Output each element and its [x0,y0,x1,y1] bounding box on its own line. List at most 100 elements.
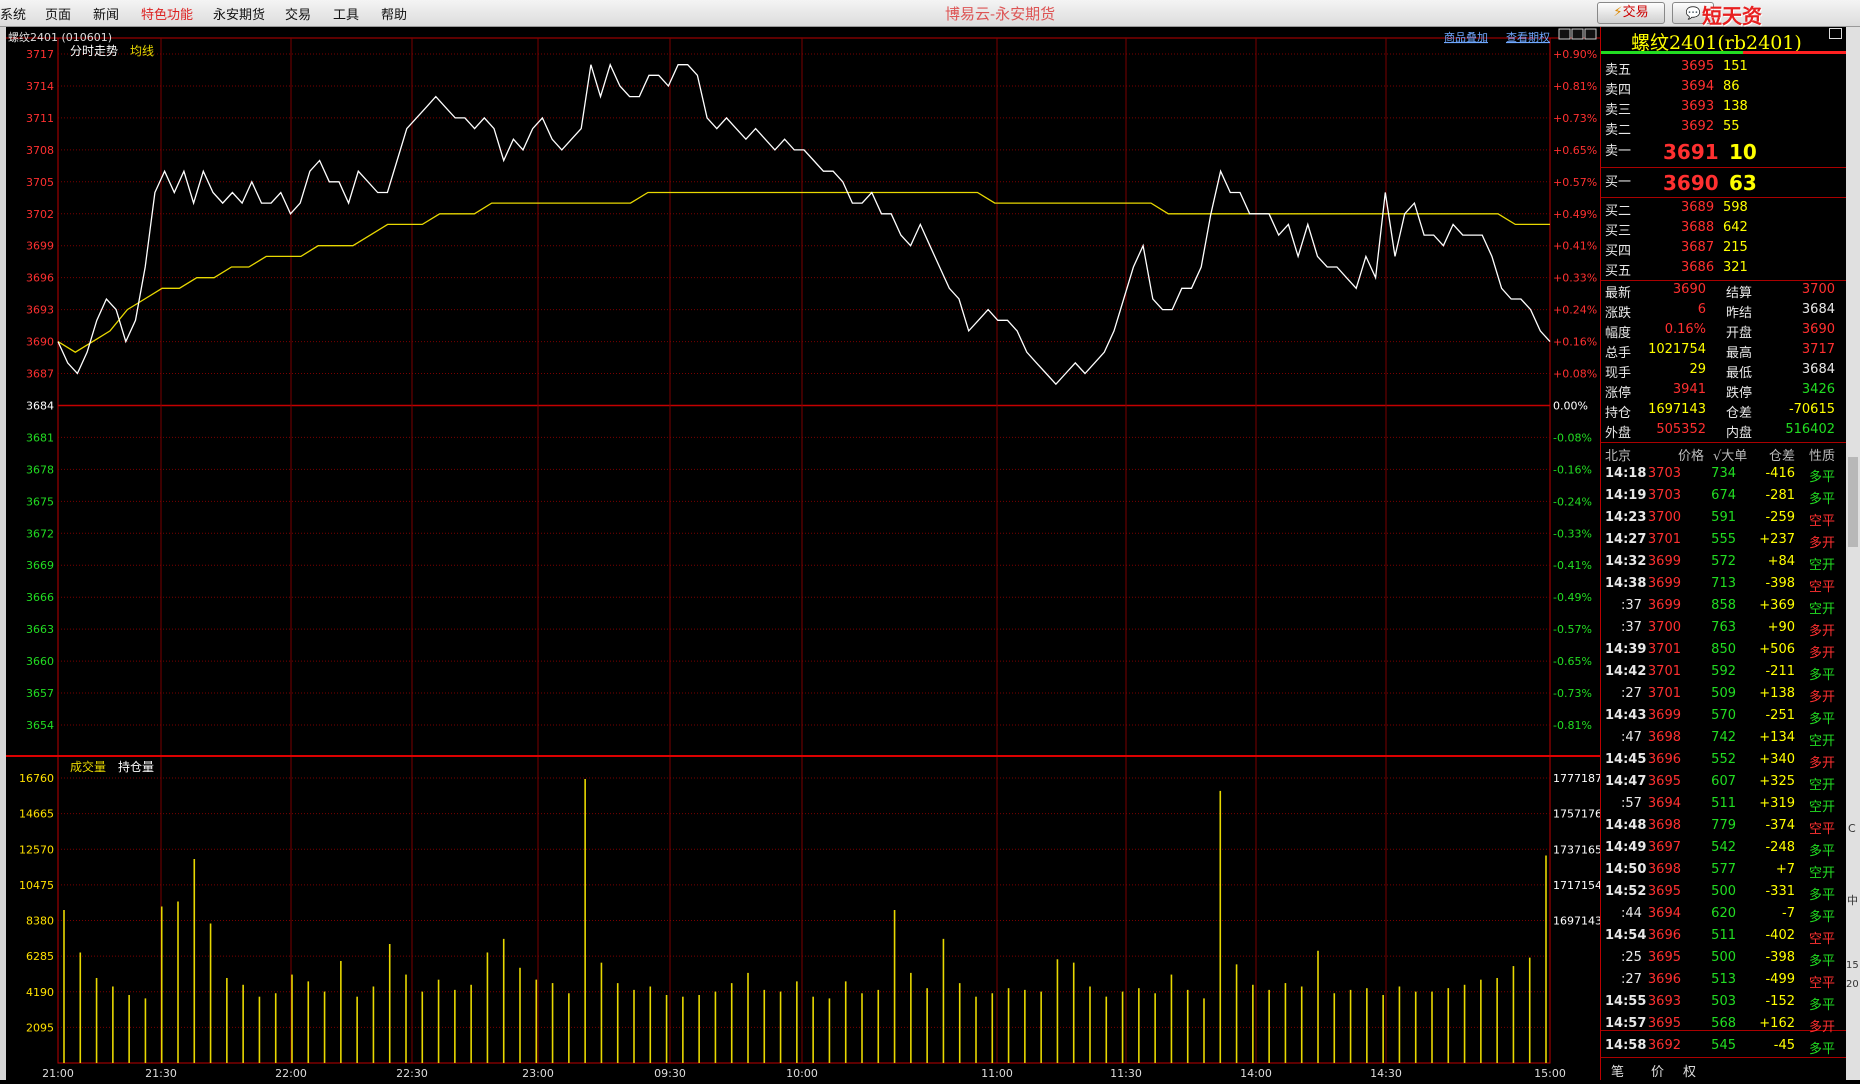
tick-price: 3694 [1647,906,1681,921]
tick-row: :27 3701 509 +138 多开 [1601,686,1841,706]
tick-volume: 591 [1711,510,1736,525]
overlay-link[interactable]: 商品叠加 [1444,30,1488,44]
tick-nature: 空开 [1809,778,1836,793]
price-tick-label: 3690 [26,336,54,349]
volume-label: 成交量 [70,759,106,774]
tick-oi-change: -45 [1773,1038,1795,1053]
tick-price: 3703 [1647,488,1681,503]
tick-header-nature: 性质 [1809,449,1836,464]
time-tick-label: 10:00 [786,1067,818,1080]
right-scrollbar[interactable]: C 中 15 20 [1846,27,1860,1080]
tick-row: 14:49 3697 542 -248 多平 [1601,840,1841,860]
menu-trade[interactable]: 交易 [285,4,311,23]
tab-price[interactable]: 价 [1651,1061,1664,1080]
stat-label: 外盘 [1605,426,1632,441]
menu-system[interactable]: 系统 [0,4,26,23]
tick-time: :57 [1621,796,1642,811]
stat-value: 3684 [1801,362,1835,377]
tick-oi-change: -398 [1765,576,1795,591]
trade-button[interactable]: ⚡交易 [1597,2,1665,24]
price-tick-label: 3666 [26,591,54,604]
tick-row: 14:58 3692 545 -45 多平 [1601,1038,1841,1058]
ask-price: 3693 [1681,99,1715,114]
tick-row: :57 3694 511 +319 空开 [1601,796,1841,816]
bid-row: 买四 3687 215 [1601,240,1841,260]
tick-nature: 多平 [1809,712,1836,727]
tick-price: 3701 [1647,686,1681,701]
tick-oi-change: -259 [1765,510,1795,525]
pct-tick-label: +0.65% [1553,144,1597,157]
scroll-thumb[interactable] [1848,457,1858,547]
ask-row: 卖一 3691 10 [1601,140,1841,164]
side-glyph-15: 15 [1846,960,1859,971]
tick-price: 3695 [1647,950,1681,965]
time-tick-label: 14:30 [1370,1067,1402,1080]
stat-row: 涨跌 6 昨结 3684 [1601,302,1841,322]
tick-time: 14:42 [1605,664,1647,679]
tick-oi-change: +506 [1759,642,1795,657]
tab-options[interactable]: 权 [1683,1061,1696,1080]
stat-label: 最新 [1605,286,1632,301]
stat-label: 涨跌 [1605,306,1632,321]
menu-yongan[interactable]: 永安期货 [213,4,265,23]
tick-time: :25 [1621,950,1642,965]
menu-news[interactable]: 新闻 [93,4,119,23]
tick-oi-change: -499 [1765,972,1795,987]
tick-price: 3703 [1647,466,1681,481]
stat-value: 505352 [1656,422,1706,437]
tick-time: 14:19 [1605,488,1647,503]
chart-svg[interactable]: 3717 +0.90% 3714 +0.81% 3711 +0.73% 3708 +0.65%… [6,27,1602,1080]
price-tick-label: 3687 [26,368,54,381]
bottom-tabs: 笔 价 权 [1601,1057,1846,1080]
tick-volume: 545 [1711,1038,1736,1053]
chart-btn-1[interactable] [1558,28,1571,40]
tick-oi-change: -152 [1765,994,1795,1009]
tick-nature: 多开 [1809,690,1836,705]
tick-row: 14:42 3701 592 -211 多平 [1601,664,1841,684]
menu-help[interactable]: 帮助 [381,4,407,23]
tick-time: 14:23 [1605,510,1647,525]
tick-nature: 空开 [1809,800,1836,815]
pct-tick-label: -0.08% [1553,431,1592,444]
price-tick-label: 3693 [26,304,54,317]
pct-tick-label: -0.41% [1553,559,1592,572]
tick-price: 3696 [1647,928,1681,943]
menu-tools[interactable]: 工具 [333,4,359,23]
pct-tick-label: +0.73% [1553,112,1597,125]
tick-row: 14:55 3693 503 -152 多平 [1601,994,1841,1014]
tick-volume: 500 [1711,950,1736,965]
chart-btn-3[interactable] [1584,28,1597,40]
menu-features[interactable]: 特色功能 [141,4,193,23]
tick-row: 14:23 3700 591 -259 空平 [1601,510,1841,530]
bid-price: 3690 [1663,171,1719,195]
maximize-icon[interactable] [1829,28,1842,39]
pct-tick-label: -0.49% [1553,591,1592,604]
stat-value: 3426 [1801,382,1835,397]
stat-row: 现手 29 最低 3684 [1601,362,1841,382]
menu-page[interactable]: 页面 [45,4,71,23]
price-tick-label: 3672 [26,527,54,540]
tick-nature: 多开 [1809,624,1836,639]
stat-value: -70615 [1788,402,1835,417]
price-tick-label: 3669 [26,559,54,572]
chart-btn-2[interactable] [1571,28,1584,40]
price-tick-label: 3663 [26,623,54,636]
tick-oi-change: +162 [1759,1016,1795,1031]
ask-label: 卖二 [1605,123,1632,138]
ask-price: 3695 [1681,59,1715,74]
tick-row: 14:18 3703 734 -416 多平 [1601,466,1841,486]
stat-label: 仓差 [1726,406,1753,421]
tick-time: 14:57 [1605,1016,1647,1031]
ask-volume: 138 [1723,99,1748,114]
tick-nature: 多平 [1809,470,1836,485]
options-link[interactable]: 查看期权 [1506,30,1550,44]
tab-trades[interactable]: 笔 [1611,1061,1624,1080]
intraday-chart[interactable]: 3717 +0.90% 3714 +0.81% 3711 +0.73% 3708 +0.65%… [6,27,1602,1080]
tick-oi-change: +369 [1759,598,1795,613]
chart-frame [57,37,1551,1064]
tick-time: 14:49 [1605,840,1647,855]
tick-volume: 763 [1711,620,1736,635]
volume-tick-label: 12570 [19,843,54,856]
tick-volume: 542 [1711,840,1736,855]
stat-label: 开盘 [1726,326,1753,341]
